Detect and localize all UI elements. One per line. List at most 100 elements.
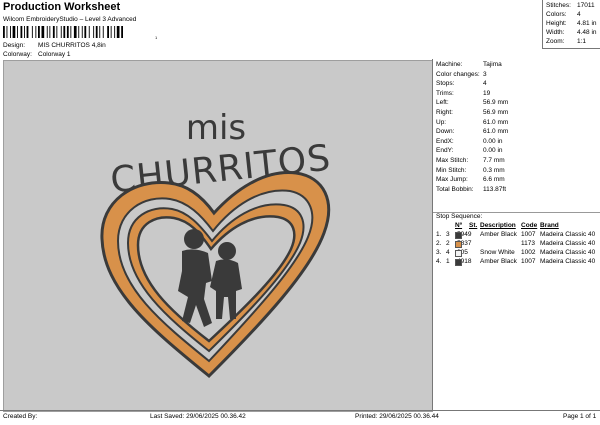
thread-color-swatch (455, 250, 462, 257)
thread-color-swatch (455, 241, 462, 248)
machine-info-label: EndY: (436, 147, 454, 155)
colors-value: 4 (577, 11, 581, 18)
machine-info-value: 7.7 mm (483, 157, 505, 164)
design-label: Design: (3, 42, 26, 49)
col-header-description: Description (480, 222, 516, 229)
thread-color-swatch (455, 259, 462, 266)
barcode-bar (107, 26, 109, 38)
machine-info-value: 3 (483, 70, 487, 78)
barcode-bar (78, 26, 80, 38)
software-name: Wilcom EmbroideryStudio – Level 3 Advanc… (3, 16, 137, 23)
page-number: Page 1 of 1 (563, 413, 597, 420)
machine-info-label: Left: (436, 99, 449, 107)
machine-info-value: 56.9 mm (483, 99, 509, 107)
stop-row-description: Amber Black (480, 258, 517, 265)
machine-info-value: Tajima (483, 61, 502, 68)
barcode-bar (81, 26, 83, 38)
barcode-bar (31, 26, 33, 38)
stop-row-brand: Madeira Classic 40 (540, 231, 596, 238)
stop-row-index: 2. (436, 240, 442, 247)
barcode-bar (60, 26, 62, 38)
last-saved: Last Saved: 29/06/2025 00.36.42 (150, 413, 246, 420)
machine-info-value: 0.3 mm (483, 166, 505, 174)
machine-info-label: Up: (436, 118, 447, 126)
machine-info-value: 4 (483, 80, 487, 88)
barcode-bar (49, 26, 51, 38)
colorway-label: Colorway: (3, 51, 32, 58)
barcode-bar (3, 26, 5, 38)
col-header-brand: Brand (540, 222, 559, 229)
barcode-bar (66, 26, 69, 38)
zoom-label: Zoom: (546, 38, 565, 45)
machine-info-label: Machine: (436, 61, 463, 68)
barcode-bar (6, 26, 8, 38)
design-preview: mis CHURRITOS (3, 60, 433, 412)
machine-info-label: Right: (436, 109, 453, 116)
barcode-bar (99, 26, 101, 38)
machine-info-label: Total Bobbin: (436, 185, 474, 193)
stop-row-description: Snow White (480, 249, 515, 256)
barcode-bar (17, 26, 18, 38)
height-label: Height: (546, 20, 567, 27)
machine-info-value: 19 (483, 89, 491, 97)
stop-row-code: 1173 (521, 240, 535, 247)
barcode-bar (56, 26, 58, 38)
machine-info-value: 61.0 mm (483, 128, 509, 136)
barcode-bar (52, 26, 55, 38)
design-value: MIS CHURRITOS 4,8in (38, 42, 106, 49)
height-value: 4.81 in (577, 20, 597, 27)
barcode-bar (20, 26, 23, 38)
barcode-bar (121, 26, 123, 38)
machine-info-label: Max Stitch: (436, 157, 469, 164)
stop-row-brand: Madeira Classic 40 (540, 258, 596, 265)
barcode-bar (46, 26, 48, 38)
col-header-code: Code (521, 222, 538, 229)
barcode-bar (35, 26, 37, 38)
machine-info-label: Min Stitch: (436, 166, 467, 174)
stop-row-brand: Madeira Classic 40 (540, 240, 596, 247)
col-header-num: Nº (455, 222, 463, 229)
barcode-number: 1 (155, 35, 158, 40)
stop-row-code: 1007 (521, 258, 536, 265)
stop-row-number: 2 (446, 240, 450, 247)
stop-row-number: 4 (446, 249, 450, 256)
stop-row-brand: Madeira Classic 40 (540, 249, 596, 256)
barcode-bar (63, 26, 66, 38)
stop-row-index: 1. (436, 231, 442, 238)
machine-info-label: Trims: (436, 89, 454, 97)
machine-info-label: Stops: (436, 80, 455, 88)
thread-color-swatch (455, 232, 462, 239)
stop-row-index: 3. (436, 249, 442, 256)
stop-row-number: 1 (446, 258, 450, 265)
barcode-bar (26, 26, 29, 38)
barcode-bar (84, 26, 87, 38)
machine-info-value: 61.0 mm (483, 118, 509, 126)
barcode (3, 26, 123, 38)
barcode-bar (114, 26, 116, 38)
machine-info-label: Color changes: (436, 70, 480, 78)
width-label: Width: (546, 29, 565, 36)
created-by: Created By: (3, 413, 38, 420)
stop-row-index: 4. (436, 258, 442, 265)
barcode-bar (10, 26, 11, 38)
machine-info-label: Down: (436, 128, 455, 136)
machine-info-label: EndX: (436, 137, 454, 145)
barcode-bar (95, 26, 98, 38)
embroidery-design: mis CHURRITOS (100, 108, 333, 379)
footer: Created By: Last Saved: 29/06/2025 00.36… (0, 410, 600, 425)
barcode-bar (93, 26, 95, 38)
barcode-bar (73, 26, 77, 38)
stitches-label: Stitches: (546, 2, 571, 9)
stop-row-code: 1007 (521, 231, 536, 238)
machine-info-value: 113.87ft (483, 185, 507, 193)
machine-info-value: 6.6 mm (483, 176, 505, 184)
width-value: 4.48 in (577, 29, 597, 36)
barcode-bar (12, 26, 16, 38)
stitches-value: 17011 (577, 2, 595, 9)
barcode-bar (116, 26, 120, 38)
machine-info-label: Max Jump: (436, 176, 468, 184)
machine-info-value: 0.00 in (483, 147, 503, 155)
stop-sequence-label: Stop Sequence: (436, 213, 483, 220)
machine-info-panel: Stop Sequence: Nº St. Description Code B… (432, 59, 600, 411)
barcode-bar (41, 26, 45, 38)
